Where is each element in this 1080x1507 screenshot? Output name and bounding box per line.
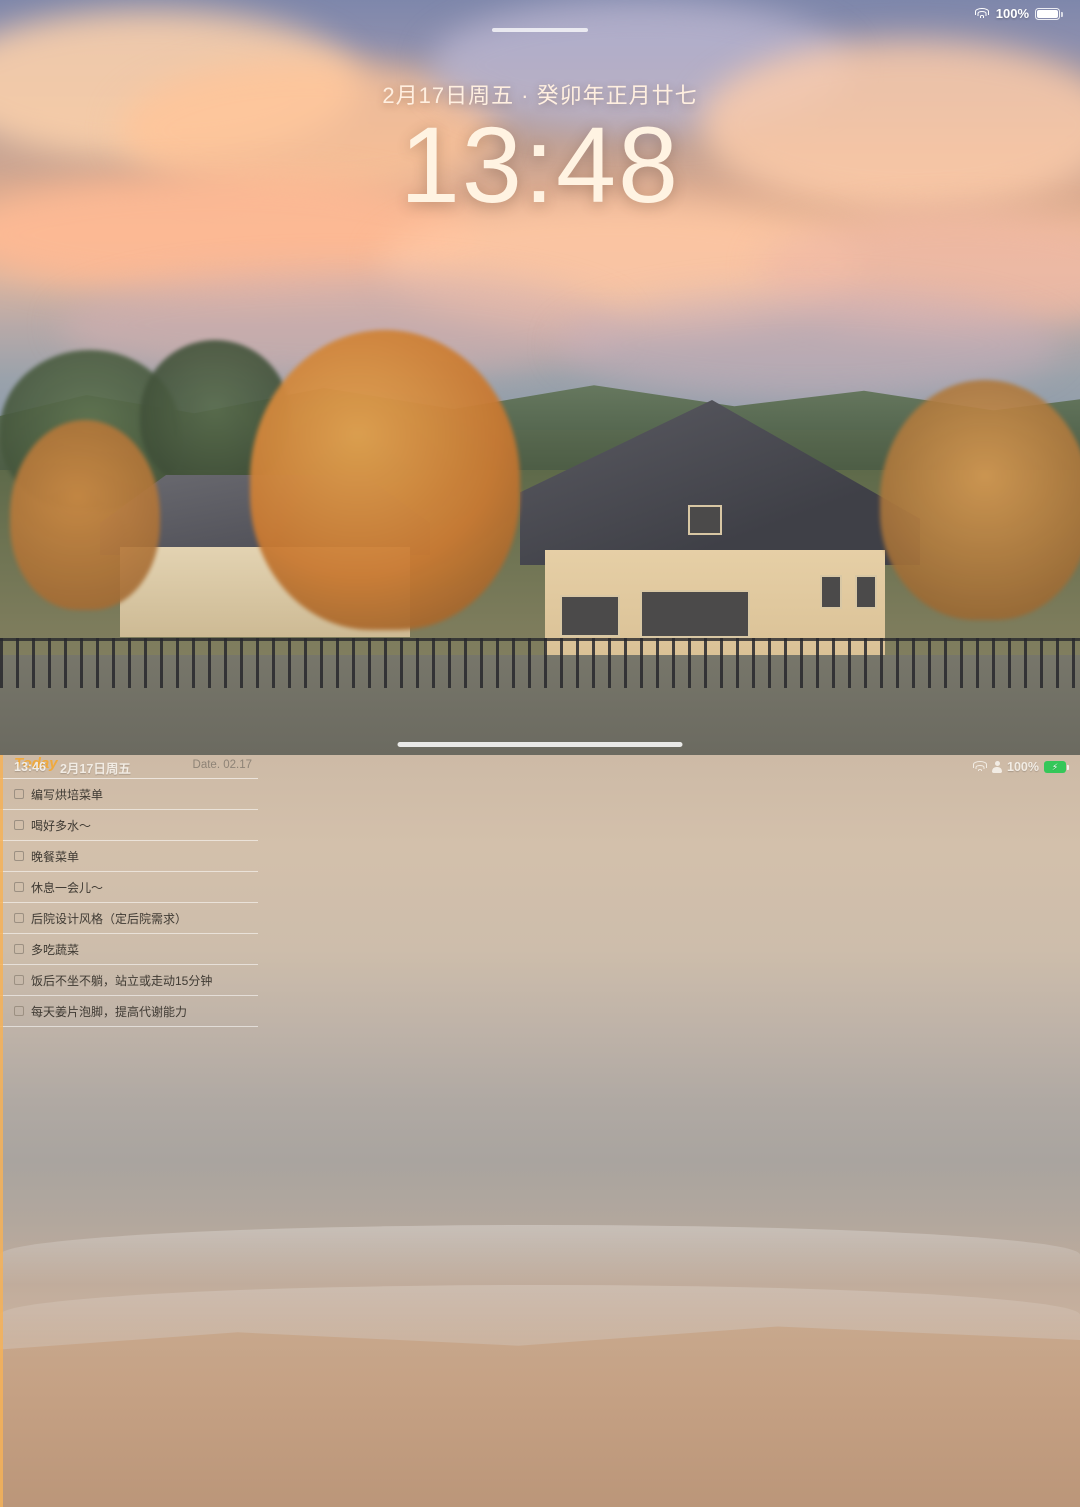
- todo-checkbox[interactable]: [14, 975, 24, 985]
- battery-percent-label: 100%: [995, 6, 1029, 21]
- todo-item[interactable]: 每天姜片泡脚，提高代谢能力: [0, 996, 258, 1027]
- todo-item-label: 多吃蔬菜: [31, 942, 80, 957]
- tree: [250, 330, 520, 630]
- todo-item-label: 编写烘培菜单: [31, 787, 104, 802]
- todo-item-label: 每天姜片泡脚，提高代谢能力: [31, 1004, 188, 1019]
- ipad-screenshot: 100% 2月17日周五 · 癸卯年正月廿七 13:48 13:46 2月17日…: [0, 0, 1080, 1507]
- wave: [0, 1225, 1080, 1285]
- todo-checkbox[interactable]: [14, 882, 24, 892]
- lock-screen: 100% 2月17日周五 · 癸卯年正月廿七 13:48: [0, 0, 1080, 755]
- todo-checkbox[interactable]: [14, 851, 24, 861]
- todo-item[interactable]: 晚餐菜单: [0, 841, 258, 872]
- person-icon: [992, 761, 1003, 773]
- todo-item[interactable]: 饭后不坐不躺，站立或走动15分钟: [0, 965, 258, 996]
- fence: [0, 638, 1080, 688]
- todo-item[interactable]: 休息一会儿～: [0, 872, 258, 903]
- status-date: 2月17日周五: [59, 761, 131, 776]
- tree: [10, 420, 160, 610]
- todo-accent-bar: [0, 755, 3, 1507]
- todo-item-label: 晚餐菜单: [31, 849, 80, 864]
- battery-icon: [1035, 7, 1063, 20]
- todo-item[interactable]: 后院设计风格（定后院需求）: [0, 903, 258, 934]
- tree: [880, 380, 1080, 620]
- todo-checkbox[interactable]: [14, 820, 24, 830]
- house-main: [520, 400, 920, 675]
- status-time: 13:46: [14, 760, 46, 774]
- wifi-icon: [975, 7, 990, 20]
- todo-item[interactable]: 多吃蔬菜: [0, 934, 258, 965]
- wifi-icon: [972, 761, 987, 773]
- home-screen: 13:46 2月17日周五 100% ⚡ 2023-02-17 13 46 周五: [0, 755, 1080, 1507]
- todo-checkbox[interactable]: [14, 944, 24, 954]
- todo-item[interactable]: 编写烘培菜单: [0, 779, 258, 810]
- todo-item-label: 后院设计风格（定后院需求）: [31, 911, 188, 926]
- lockscreen-status-bar: 100%: [975, 6, 1063, 21]
- camera-indicator: [492, 28, 588, 32]
- todo-item-label: 喝好多水～: [31, 818, 92, 833]
- todo-widget[interactable]: Today Date. 02.17 编写烘培菜单 喝好多水～ 晚餐菜单 休息一会儿～后…: [0, 755, 258, 1507]
- todo-item-label: 休息一会儿～: [31, 880, 104, 895]
- homescreen-status-bar: 13:46 2月17日周五 100% ⚡: [0, 757, 1080, 777]
- todo-checkbox[interactable]: [14, 913, 24, 923]
- status-battery-percent: 100%: [1007, 760, 1039, 774]
- battery-charging-icon: ⚡: [1044, 761, 1069, 773]
- todo-item-label: 饭后不坐不躺，站立或走动15分钟: [31, 973, 213, 988]
- todo-item[interactable]: 喝好多水～: [0, 810, 258, 841]
- todo-checkbox[interactable]: [14, 1006, 24, 1016]
- todo-checkbox[interactable]: [14, 789, 24, 799]
- lockscreen-clock: 13:48: [399, 104, 681, 225]
- home-indicator[interactable]: [397, 742, 683, 747]
